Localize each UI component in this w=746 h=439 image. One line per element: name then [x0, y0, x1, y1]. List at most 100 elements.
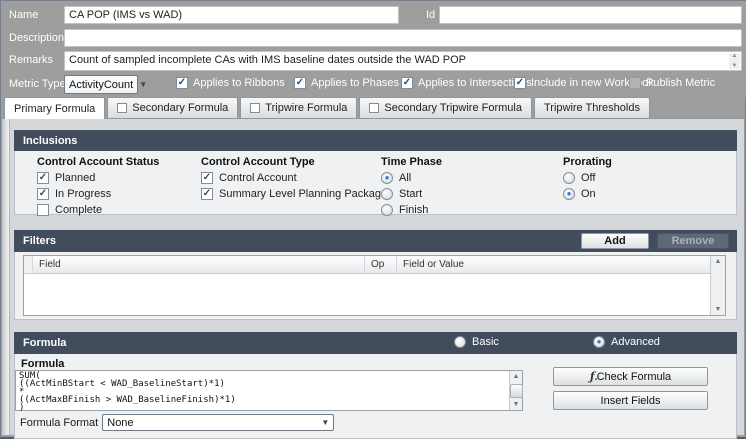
scroll-down-icon[interactable]: ▼ — [715, 306, 722, 313]
tab-label: Primary Formula — [14, 103, 95, 115]
applies-to-ribbons-checkbox[interactable]: ✓ — [176, 77, 188, 89]
inclusions-header: Inclusions — [14, 130, 737, 151]
tab-tripwire-formula-checkbox[interactable] — [250, 103, 260, 113]
filters-col-field[interactable]: Field — [33, 256, 365, 273]
scroll-up-icon[interactable]: ▲ — [715, 258, 722, 265]
applies-to-phases-label: Applies to Phases — [311, 77, 399, 89]
time-phase-all-option[interactable]: ● All — [381, 172, 442, 184]
control-account-option[interactable]: ✓ Control Account — [201, 172, 387, 184]
publish-metric-option[interactable]: Publish Metric — [629, 77, 715, 89]
publish-metric-checkbox[interactable] — [629, 77, 641, 89]
tab-secondary-tripwire-formula-checkbox[interactable] — [369, 103, 379, 113]
splitter-handle[interactable] — [2, 119, 10, 435]
formula-editor-scrollbar[interactable]: ▲ ▼ — [509, 371, 522, 410]
name-field[interactable]: CA POP (IMS vs WAD) — [64, 6, 399, 24]
tab-tripwire-formula[interactable]: Tripwire Formula — [240, 97, 357, 118]
remarks-field[interactable]: Count of sampled incomplete CAs with IMS… — [64, 51, 742, 71]
formula-title: Formula — [23, 337, 66, 349]
formula-mode-basic-radio[interactable] — [454, 336, 466, 348]
time-phase-start-option[interactable]: Start — [381, 188, 442, 200]
summary-level-planning-package-checkbox[interactable]: ✓ — [201, 188, 213, 200]
tab-label: Secondary Formula — [132, 102, 228, 114]
remarks-scrollbar[interactable]: ▲ ▼ — [729, 53, 740, 69]
insert-fields-button[interactable]: Insert Fields — [553, 391, 708, 410]
time-phase-finish-option[interactable]: Finish — [381, 204, 442, 216]
summary-level-planning-package-label: Summary Level Planning Package — [219, 188, 387, 200]
check-icon: ✓ — [39, 189, 47, 199]
filters-col-op[interactable]: Op — [365, 256, 397, 273]
formula-body: Formula SUM( ((ActMinBStart < WAD_Baseli… — [14, 354, 737, 439]
include-in-new-workbook-checkbox[interactable]: ✓ — [514, 77, 526, 89]
prorating-column: Prorating Off ● On — [563, 156, 612, 204]
planned-checkbox[interactable]: ✓ — [37, 172, 49, 184]
applies-to-ribbons-option[interactable]: ✓ Applies to Ribbons — [176, 77, 285, 89]
primary-formula-tab-content: Inclusions Control Account Status ✓ Plan… — [2, 118, 744, 435]
in-progress-option[interactable]: ✓ In Progress — [37, 188, 159, 200]
name-label: Name — [9, 9, 38, 21]
check-formula-button[interactable]: ƒ✓ Check Formula — [553, 367, 708, 386]
time-phase-title: Time Phase — [381, 156, 442, 168]
applies-to-intersections-checkbox[interactable]: ✓ — [401, 77, 413, 89]
prorating-on-option[interactable]: ● On — [563, 188, 612, 200]
time-phase-all-label: All — [399, 172, 411, 184]
filters-header-buttons: Add Remove — [581, 233, 729, 249]
prorating-off-radio[interactable] — [563, 172, 575, 184]
formula-format-dropdown[interactable]: None ▼ — [102, 414, 334, 431]
formula-group: Formula Basic ● Advanced Formula SUM( ((… — [14, 332, 737, 439]
filters-title: Filters — [23, 235, 56, 247]
filters-body: Field Op Field or Value ▲ ▼ — [14, 252, 737, 320]
add-filter-label: Add — [604, 235, 625, 247]
applies-to-ribbons-label: Applies to Ribbons — [193, 77, 285, 89]
add-filter-button[interactable]: Add — [581, 233, 649, 249]
scrollbar-thumb[interactable] — [510, 384, 523, 398]
planned-option[interactable]: ✓ Planned — [37, 172, 159, 184]
filters-table-scrollbar[interactable]: ▲ ▼ — [710, 256, 725, 315]
remove-filter-button[interactable]: Remove — [657, 233, 729, 249]
control-account-checkbox[interactable]: ✓ — [201, 172, 213, 184]
metric-editor-window: Name CA POP (IMS vs WAD) Id Description … — [0, 0, 746, 439]
control-account-type-title: Control Account Type — [201, 156, 387, 168]
filters-table-rows[interactable] — [24, 274, 725, 315]
formula-mode-advanced-option[interactable]: ● Advanced — [593, 336, 660, 348]
formula-mode-basic-option[interactable]: Basic — [454, 336, 499, 348]
applies-to-intersections-option[interactable]: ✓ Applies to Intersections — [401, 77, 532, 89]
radio-dot-icon: ● — [567, 190, 572, 198]
tab-tripwire-thresholds[interactable]: Tripwire Thresholds — [534, 97, 650, 118]
inclusions-group: Inclusions Control Account Status ✓ Plan… — [14, 130, 737, 215]
formula-format-row: Formula Format None ▼ — [20, 414, 330, 431]
prorating-on-radio[interactable]: ● — [563, 188, 575, 200]
tab-secondary-formula-checkbox[interactable] — [117, 103, 127, 113]
filters-table-header: Field Op Field or Value — [24, 256, 725, 274]
complete-option[interactable]: Complete — [37, 204, 159, 216]
check-icon: ✓ — [296, 78, 304, 88]
column-label: Field — [39, 259, 61, 270]
time-phase-start-radio[interactable] — [381, 188, 393, 200]
control-account-label: Control Account — [219, 172, 297, 184]
applies-to-phases-checkbox[interactable]: ✓ — [294, 77, 306, 89]
metric-type-dropdown[interactable]: ActivityCount ▼ — [64, 75, 138, 94]
id-field[interactable] — [439, 6, 742, 24]
check-icon: ✓ — [403, 78, 411, 88]
in-progress-checkbox[interactable]: ✓ — [37, 188, 49, 200]
scroll-up-icon[interactable]: ▲ — [732, 53, 738, 59]
formula-editor[interactable]: SUM( ((ActMinBStart < WAD_BaselineStart)… — [15, 370, 523, 411]
check-icon: ✓ — [516, 78, 524, 88]
control-account-status-title: Control Account Status — [37, 156, 159, 168]
prorating-off-option[interactable]: Off — [563, 172, 612, 184]
scroll-up-icon[interactable]: ▲ — [513, 373, 520, 380]
formula-mode-advanced-radio[interactable]: ● — [593, 336, 605, 348]
tab-secondary-tripwire-formula[interactable]: Secondary Tripwire Formula — [359, 97, 532, 118]
filters-col-field-or-value[interactable]: Field or Value — [397, 256, 710, 273]
scroll-down-icon[interactable]: ▼ — [513, 401, 520, 408]
tab-primary-formula[interactable]: Primary Formula — [4, 97, 105, 119]
complete-checkbox[interactable] — [37, 204, 49, 216]
scroll-down-icon[interactable]: ▼ — [732, 63, 738, 69]
formula-text: SUM( ((ActMinBStart < WAD_BaselineStart)… — [16, 371, 522, 413]
summary-level-planning-package-option[interactable]: ✓ Summary Level Planning Package — [201, 188, 387, 200]
description-field[interactable] — [64, 29, 742, 47]
metric-properties-panel: Name CA POP (IMS vs WAD) Id Description … — [1, 1, 746, 97]
time-phase-finish-radio[interactable] — [381, 204, 393, 216]
tab-secondary-formula[interactable]: Secondary Formula — [107, 97, 238, 118]
time-phase-all-radio[interactable]: ● — [381, 172, 393, 184]
applies-to-phases-option[interactable]: ✓ Applies to Phases — [294, 77, 399, 89]
